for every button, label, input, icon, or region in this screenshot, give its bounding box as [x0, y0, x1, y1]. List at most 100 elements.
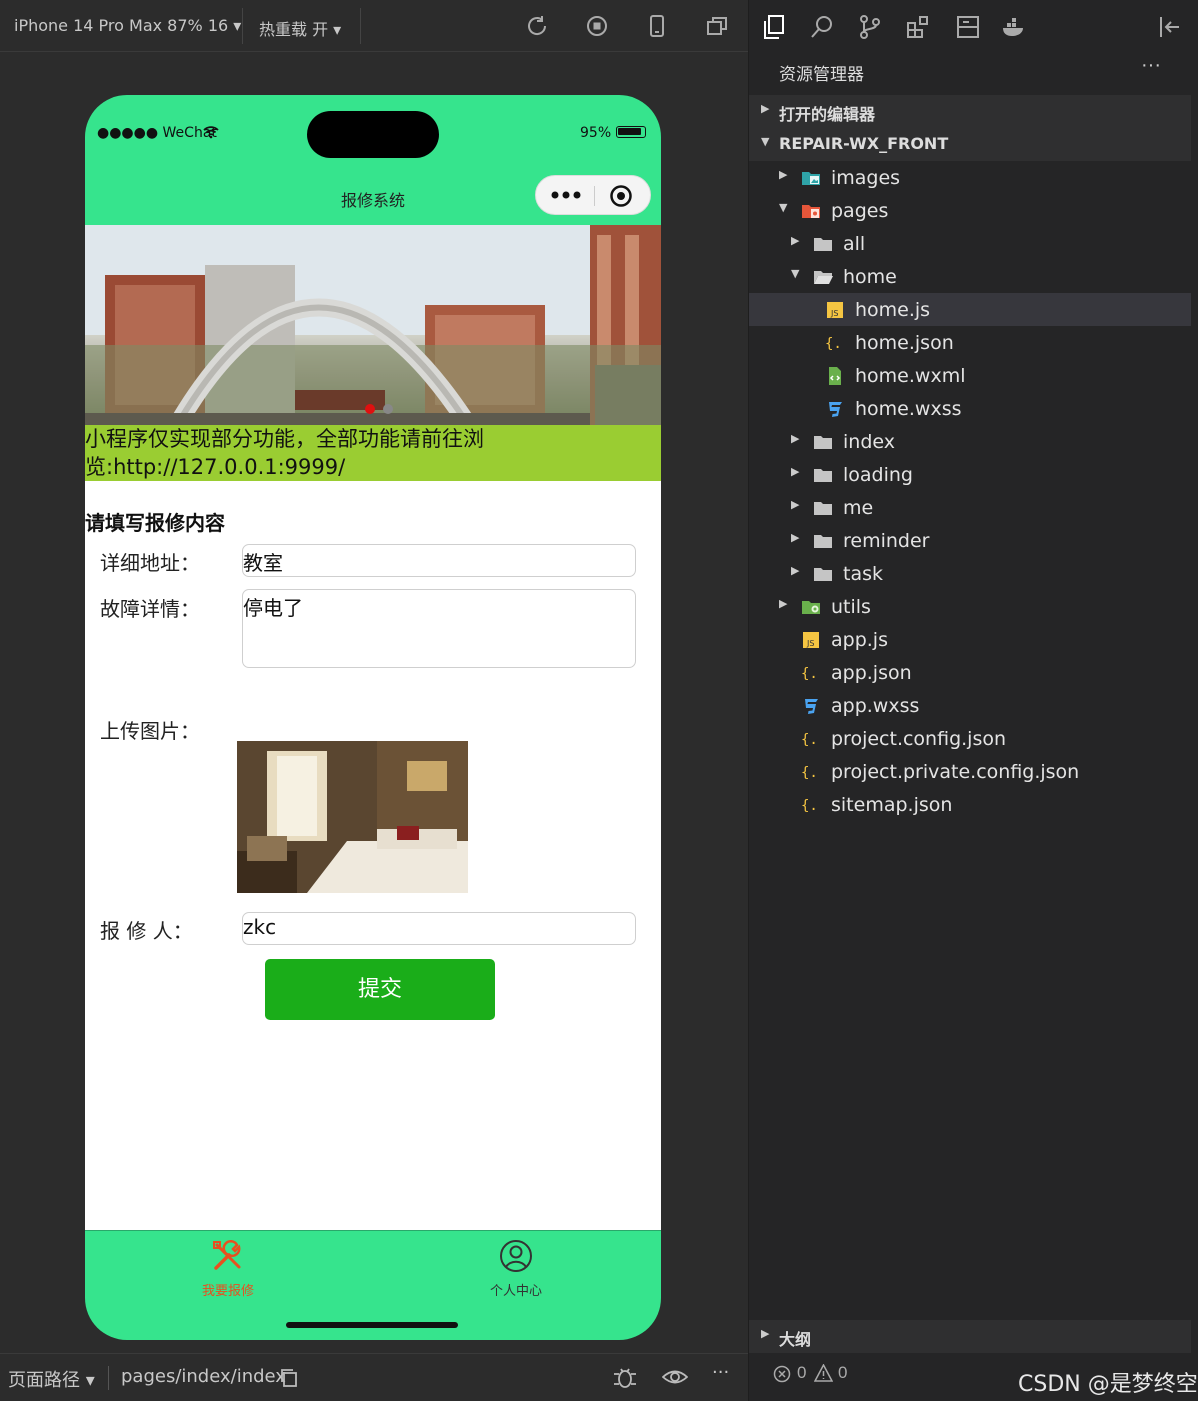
tree-item-label: home.js	[855, 299, 931, 321]
caret-right-icon[interactable]: ▶	[791, 234, 799, 247]
outline-section[interactable]: ▶ 大纲	[749, 1320, 1191, 1353]
tree-item-label: me	[843, 497, 874, 519]
outline-label: 大纲	[779, 1332, 812, 1349]
files-icon[interactable]	[761, 14, 787, 40]
refresh-icon[interactable]	[525, 14, 549, 38]
docker-icon[interactable]	[1001, 14, 1027, 40]
tree-item[interactable]: ▶ task	[749, 557, 1191, 590]
hotel-room-image	[237, 741, 468, 893]
tree-item-label: pages	[831, 200, 889, 222]
swiper-dot-active[interactable]	[365, 404, 375, 414]
caret-down-icon[interactable]: ▼	[779, 201, 787, 214]
simulator-pane: iPhone 14 Pro Max 87% 16 ▾ 热重载 开 ▾ ●●●●●…	[0, 0, 748, 1401]
user-circle-icon	[500, 1240, 532, 1272]
svg-text:JS: JS	[806, 639, 814, 648]
tree-item[interactable]: ▶ me	[749, 491, 1191, 524]
tree-item[interactable]: {..} project.private.config.json	[749, 755, 1191, 788]
caret-right-icon[interactable]: ▶	[791, 465, 799, 478]
tree-item[interactable]: home.wxss	[749, 392, 1191, 425]
more-options-icon[interactable]: ···	[712, 1362, 729, 1383]
caret-right-icon[interactable]: ▶	[779, 168, 787, 181]
error-icon[interactable]	[773, 1365, 791, 1383]
reporter-input[interactable]: zkc	[242, 912, 636, 945]
tree-item[interactable]: ▶ utils	[749, 590, 1191, 623]
tree-item[interactable]: ▼ home	[749, 260, 1191, 293]
caret-right-icon[interactable]: ▶	[791, 432, 799, 445]
page-path-selector[interactable]: 页面路径 ▾	[8, 1366, 95, 1392]
tree-item[interactable]: ▶ loading	[749, 458, 1191, 491]
eye-icon[interactable]	[662, 1366, 688, 1388]
detail-textarea[interactable]: 停电了	[242, 589, 636, 668]
device-selector[interactable]: iPhone 14 Pro Max 87% 16 ▾	[14, 16, 241, 35]
tree-item[interactable]: ▶ reminder	[749, 524, 1191, 557]
caret-right-icon[interactable]: ▶	[791, 498, 799, 511]
swiper-dot[interactable]	[383, 404, 393, 414]
explorer-more-icon[interactable]: ···	[1141, 54, 1161, 77]
explorer-pane: 资源管理器 ··· ▶ 打开的编辑器 ▼ REPAIR-WX_FRONT ▶ im…	[748, 0, 1198, 1401]
tree-item-label: reminder	[843, 530, 930, 552]
tree-item[interactable]: ▶ index	[749, 425, 1191, 458]
svg-text:{..}: {..}	[801, 765, 821, 781]
javascript-file-icon: JS	[825, 300, 845, 320]
folder-icon	[813, 432, 833, 452]
submit-button[interactable]: 提交	[265, 959, 495, 1020]
close-miniprogram-icon[interactable]	[609, 184, 633, 208]
tree-item[interactable]: JS home.js	[749, 293, 1191, 326]
address-label: 详细地址：	[100, 551, 200, 575]
caret-down-icon[interactable]: ▼	[791, 267, 799, 280]
source-control-icon[interactable]	[857, 14, 883, 40]
tree-item[interactable]: {..} project.config.json	[749, 722, 1191, 755]
more-dots-icon[interactable]	[550, 188, 582, 202]
tree-item-label: project.private.config.json	[831, 761, 1080, 783]
tree-item-label: home.json	[855, 332, 954, 354]
svg-text:{..}: {..}	[801, 798, 821, 814]
tree-item[interactable]: app.wxss	[749, 689, 1191, 722]
error-count: 0	[797, 1363, 807, 1382]
tree-item-label: app.wxss	[831, 695, 920, 717]
tab-profile[interactable]: 个人中心	[446, 1239, 586, 1299]
tree-item[interactable]: {..} app.json	[749, 656, 1191, 689]
caret-right-icon[interactable]: ▶	[791, 531, 799, 544]
tree-item[interactable]: ▼ pages	[749, 194, 1191, 227]
warning-icon[interactable]	[814, 1364, 833, 1382]
project-section[interactable]: ▼ REPAIR-WX_FRONT	[749, 128, 1191, 161]
caret-right-icon[interactable]: ▶	[791, 564, 799, 577]
stop-icon[interactable]	[585, 14, 609, 38]
tab-repair[interactable]: 我要报修	[158, 1239, 298, 1299]
tree-item[interactable]: ▶ images	[749, 161, 1191, 194]
tree-item[interactable]: home.wxml	[749, 359, 1191, 392]
hot-reload-toggle[interactable]: 热重载 开 ▾	[259, 16, 341, 40]
toolbar-divider	[242, 8, 243, 44]
open-editors-section[interactable]: ▶ 打开的编辑器	[749, 95, 1191, 128]
javascript-file-icon: JS	[801, 630, 821, 650]
tree-item-label: loading	[843, 464, 913, 486]
capsule-divider	[594, 186, 595, 206]
storage-icon[interactable]	[955, 14, 981, 40]
battery-icon	[616, 126, 646, 138]
phone-frame: ●●●●● WeChat 95% 报修系统 小程序仅实现部分功能，全部功能请前往…	[85, 95, 661, 1340]
copy-icon[interactable]	[279, 1368, 299, 1388]
detach-window-icon[interactable]	[705, 14, 729, 38]
uploaded-image[interactable]	[237, 741, 468, 893]
battery-percent: 95%	[580, 125, 612, 141]
svg-text:{..}: {..}	[801, 666, 821, 682]
tree-item[interactable]: JS app.js	[749, 623, 1191, 656]
tree-item[interactable]: {..} home.json	[749, 326, 1191, 359]
collapse-panel-icon[interactable]	[1157, 14, 1183, 40]
address-input[interactable]: 教室	[242, 544, 636, 577]
folder-icon	[813, 234, 833, 254]
form-title: 请填写报修内容	[85, 511, 225, 535]
json-file-icon: {..}	[801, 729, 835, 749]
caret-right-icon[interactable]: ▶	[779, 597, 787, 610]
extensions-icon[interactable]	[905, 14, 931, 40]
upload-label: 上传图片：	[100, 719, 200, 743]
tree-item-label: utils	[831, 596, 871, 618]
phone-preview-icon[interactable]	[645, 14, 669, 38]
banner-swiper[interactable]	[85, 225, 661, 425]
tree-item[interactable]: ▶ all	[749, 227, 1191, 260]
bug-icon[interactable]	[612, 1364, 638, 1390]
folder-icon	[813, 531, 833, 551]
tree-item[interactable]: {..} sitemap.json	[749, 788, 1191, 821]
search-icon[interactable]	[809, 14, 835, 40]
tree-item-label: project.config.json	[831, 728, 1007, 750]
